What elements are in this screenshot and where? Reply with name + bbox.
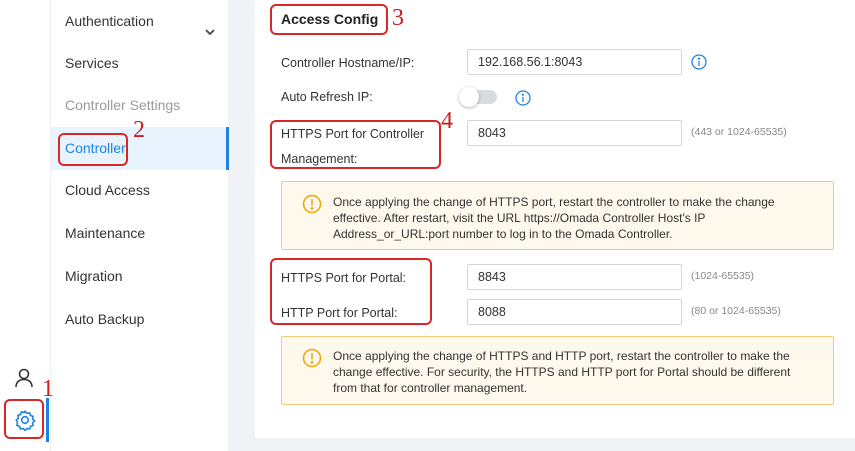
warning-banner: Once applying the change of HTTPS port, … <box>281 181 834 250</box>
annotation-box-4 <box>270 120 441 169</box>
https-controller-port-input[interactable]: 8043 <box>467 120 682 146</box>
settings-submenu: Authentication Services Controller Setti… <box>50 0 229 451</box>
http-portal-port-input[interactable]: 8088 <box>467 299 682 325</box>
https-portal-range: (1024-65535) <box>691 270 755 282</box>
warning-banner: Once applying the change of HTTPS and HT… <box>281 336 834 405</box>
annotation-number-4: 4 <box>441 108 453 134</box>
menu-item-label: Services <box>65 55 119 71</box>
menu-item-cloud-access[interactable]: Cloud Access <box>51 169 229 212</box>
warning-icon <box>302 348 322 368</box>
menu-item-label: Migration <box>65 268 123 284</box>
https-controller-range: (443 or 1024-65535) <box>691 126 787 138</box>
https-portal-port-input[interactable]: 8843 <box>467 264 682 290</box>
menu-item-authentication[interactable]: Authentication <box>51 0 229 43</box>
info-icon[interactable] <box>515 90 531 106</box>
access-config-card: Access Config Controller Hostname/IP: 19… <box>255 0 855 438</box>
annotation-number-3: 3 <box>392 5 404 31</box>
auto-refresh-toggle[interactable] <box>459 87 497 107</box>
warning-text: Once applying the change of HTTPS and HT… <box>333 349 791 395</box>
annotation-box-1 <box>4 399 44 439</box>
menu-item-auto-backup[interactable]: Auto Backup <box>51 298 229 341</box>
annotation-number-1: 1 <box>42 376 54 402</box>
menu-item-label: Auto Backup <box>65 311 145 327</box>
menu-item-services[interactable]: Services <box>51 42 229 85</box>
toggle-knob <box>459 87 479 107</box>
annotation-box-portal-ports <box>270 258 432 325</box>
menu-item-migration[interactable]: Migration <box>51 255 229 298</box>
chevron-down-icon <box>203 13 217 36</box>
annotation-box-2 <box>58 133 128 166</box>
menu-group-label: Controller Settings <box>65 97 181 113</box>
warning-icon <box>302 194 322 214</box>
info-icon[interactable] <box>691 54 707 70</box>
hostname-label: Controller Hostname/IP: <box>281 56 415 70</box>
auto-refresh-label: Auto Refresh IP: <box>281 90 373 104</box>
menu-item-label: Maintenance <box>65 225 146 241</box>
warning-text: Once applying the change of HTTPS port, … <box>333 195 775 241</box>
menu-item-maintenance[interactable]: Maintenance <box>51 212 229 255</box>
annotation-box-3 <box>270 4 388 35</box>
hostname-input[interactable]: 192.168.56.1:8043 <box>467 49 682 75</box>
menu-item-label: Authentication <box>65 13 154 29</box>
annotation-number-2: 2 <box>133 117 145 143</box>
user-icon[interactable] <box>13 367 35 389</box>
http-portal-range: (80 or 1024-65535) <box>691 305 781 317</box>
rail-active-indicator <box>46 398 49 442</box>
menu-item-label: Cloud Access <box>65 182 150 198</box>
